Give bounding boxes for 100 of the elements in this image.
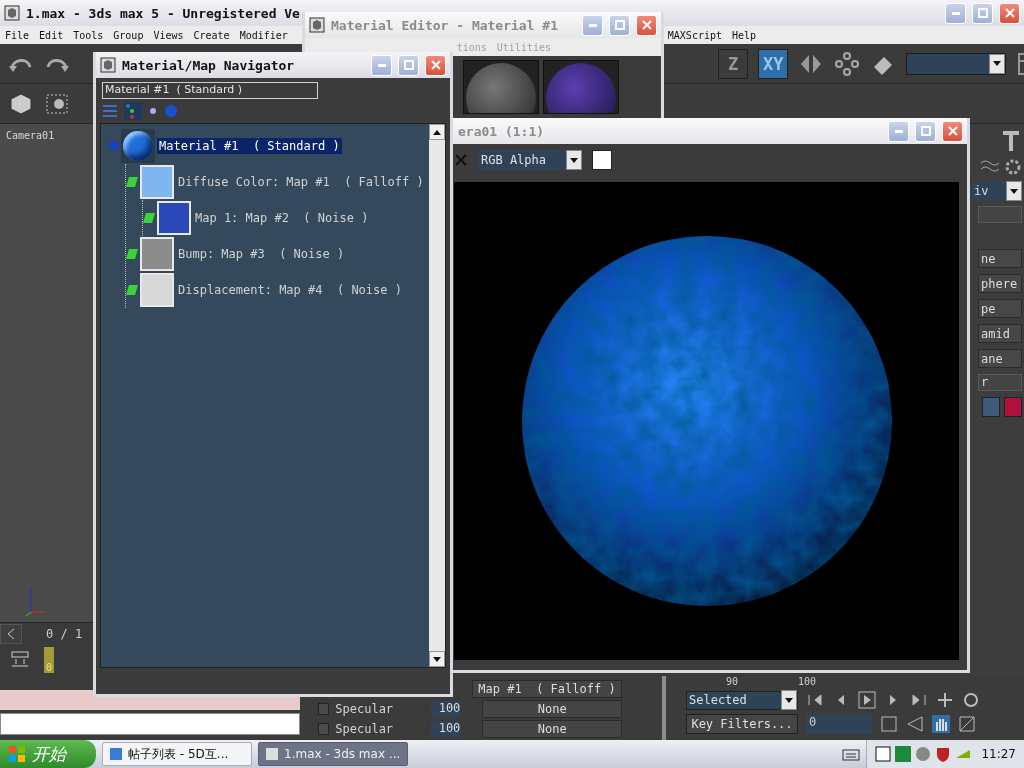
map-button[interactable]: Map #1 ( Falloff ) — [472, 680, 622, 698]
caret-up-icon — [433, 129, 441, 135]
category-dropdown[interactable]: iv — [972, 182, 1022, 200]
map-icon — [126, 249, 138, 259]
close-icon — [641, 20, 652, 30]
object-type-button[interactable]: ne — [978, 249, 1022, 268]
menu-item[interactable]: Help — [732, 29, 757, 41]
map-thumbnail[interactable] — [140, 237, 174, 271]
sample-slot[interactable] — [463, 60, 539, 114]
go-to-start-icon[interactable] — [806, 691, 824, 709]
key-mode-dropdown[interactable]: Selected — [686, 690, 798, 710]
maximize-button[interactable] — [972, 2, 993, 24]
map-checkbox[interactable] — [318, 723, 330, 735]
menu-item[interactable]: Modifier — [239, 29, 288, 41]
menu-item[interactable]: Views — [153, 29, 184, 41]
material-name-field[interactable]: Material #1 ( Standard ) — [102, 82, 318, 99]
caret-icon — [785, 697, 793, 703]
list-view-icon[interactable] — [102, 103, 118, 119]
color-swatch[interactable] — [592, 150, 612, 170]
object-type-button[interactable]: phere — [978, 274, 1022, 293]
dropdown-button[interactable] — [781, 690, 797, 710]
wave-icon[interactable] — [980, 158, 1000, 174]
maximize-button[interactable] — [915, 120, 936, 142]
window-title: Material Editor - Material #1 — [331, 17, 558, 33]
maximize-button[interactable] — [609, 14, 630, 36]
window-title: Material/Map Navigator — [122, 57, 295, 73]
tray-icon[interactable] — [895, 746, 912, 762]
window-icon — [109, 747, 123, 761]
menu-item[interactable]: Group — [113, 29, 144, 41]
previous-frame-button[interactable] — [0, 623, 22, 644]
menu-item[interactable]: Tools — [73, 29, 104, 41]
caret-icon — [1010, 188, 1018, 194]
gear-icon[interactable] — [1004, 158, 1022, 176]
tree-item[interactable]: Bump: Map #3 ( Noise ) — [176, 246, 347, 262]
dropdown-button[interactable] — [989, 53, 1005, 74]
close-button[interactable] — [999, 2, 1020, 24]
key-filters-button[interactable]: Key Filters... — [686, 714, 798, 734]
shield-icon[interactable] — [935, 746, 952, 762]
scroll-up-button[interactable] — [429, 124, 445, 140]
sample-sphere — [546, 63, 616, 113]
amount-field[interactable]: 100 — [430, 701, 461, 717]
sample-slot[interactable] — [543, 60, 619, 114]
scroll-down-button[interactable] — [429, 651, 445, 667]
app-icon — [309, 17, 325, 33]
calendar-icon[interactable] — [875, 746, 892, 762]
map-button[interactable]: None — [482, 700, 622, 718]
taskbar-button[interactable]: 1.max - 3ds max ... — [258, 742, 408, 766]
array-icon[interactable] — [834, 50, 860, 77]
object-type-button[interactable]: pe — [978, 299, 1022, 318]
field-of-view-icon[interactable] — [906, 715, 924, 733]
time-config-icon[interactable] — [880, 715, 898, 733]
menu-item[interactable]: Create — [193, 29, 230, 41]
map-button[interactable]: None — [482, 720, 622, 738]
frame-field[interactable]: 0 — [806, 714, 872, 734]
map-thumbnail[interactable] — [157, 201, 191, 235]
map-thumbnail[interactable] — [140, 273, 174, 307]
maximize-viewport-icon[interactable] — [958, 715, 976, 733]
map-checkbox[interactable] — [318, 703, 330, 715]
amount-field[interactable]: 100 — [430, 721, 461, 737]
keyboard-icon[interactable] — [842, 747, 861, 761]
color-swatch[interactable] — [1004, 397, 1022, 417]
pan-icon[interactable] — [936, 691, 954, 709]
selection-set-dropdown[interactable] — [906, 52, 1006, 75]
hammer-icon[interactable] — [1000, 128, 1022, 152]
tree-item[interactable]: Diffuse Color: Map #1 ( Falloff ) — [176, 174, 426, 190]
maximize-button[interactable] — [398, 54, 419, 76]
taskbar-button[interactable]: 帖子列表 - 5D互... — [102, 742, 252, 766]
ruler-label: 90 — [726, 676, 739, 688]
go-to-end-icon[interactable] — [910, 691, 928, 709]
menu-item[interactable]: File — [5, 29, 30, 41]
tree-item[interactable]: Material #1 ( Standard ) — [157, 138, 342, 154]
map-icon — [126, 177, 138, 187]
hand-icon[interactable] — [932, 715, 950, 733]
close-button[interactable] — [942, 120, 963, 142]
channel-dropdown[interactable]: RGB Alpha — [478, 150, 582, 170]
name-field[interactable]: r — [978, 374, 1022, 391]
prompt-field[interactable] — [0, 713, 300, 735]
object-type-button[interactable]: amid — [978, 324, 1022, 343]
minimize-button[interactable] — [371, 54, 392, 76]
menu-item[interactable]: Edit — [39, 29, 64, 41]
close-button[interactable] — [425, 54, 446, 76]
play-icon[interactable] — [858, 691, 876, 709]
disc-icon[interactable] — [915, 746, 932, 762]
minimize-button[interactable] — [945, 2, 966, 24]
map-thumbnail[interactable] — [140, 165, 174, 199]
orbit-icon[interactable] — [962, 691, 980, 709]
dropdown-button[interactable] — [1006, 181, 1022, 201]
dropdown-button[interactable] — [566, 150, 582, 170]
axis-button[interactable]: Z — [718, 48, 748, 79]
tree-item[interactable]: Map 1: Map #2 ( Noise ) — [193, 210, 371, 226]
object-type-button[interactable]: ane — [978, 349, 1022, 368]
close-button[interactable] — [636, 14, 657, 36]
tree-item[interactable]: Displacement: Map #4 ( Noise ) — [176, 282, 404, 298]
tree-view-icon[interactable] — [124, 102, 142, 120]
minimize-button[interactable] — [888, 120, 909, 142]
color-swatch[interactable] — [982, 397, 1000, 417]
minimize-button[interactable] — [582, 14, 603, 36]
track-toggle-icon[interactable] — [10, 650, 30, 670]
scrollbar[interactable] — [429, 124, 445, 667]
menu-item[interactable]: MAXScript — [667, 29, 722, 41]
